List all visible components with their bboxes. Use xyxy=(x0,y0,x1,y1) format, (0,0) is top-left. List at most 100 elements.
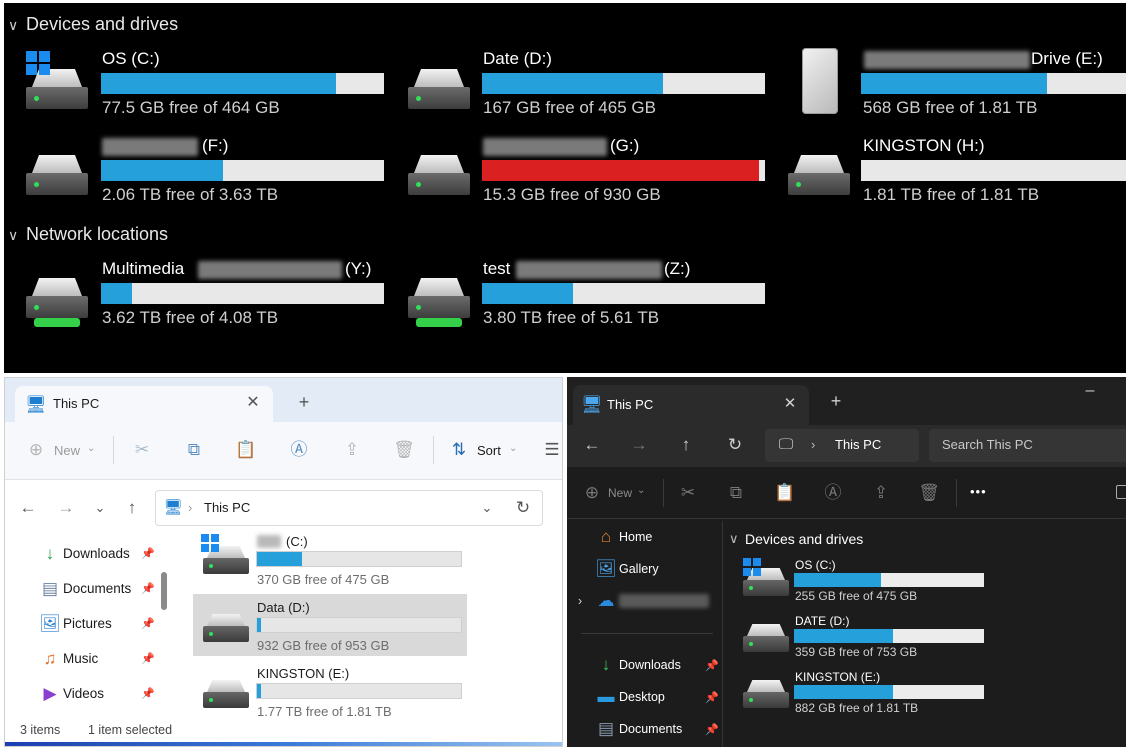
nav-item-music[interactable]: Music xyxy=(63,651,98,666)
devices-overview-dark: ∨ Devices and drives OS (C:) 77.5 GB fre… xyxy=(4,3,1126,373)
pin-icon[interactable]: 📌 xyxy=(141,547,155,560)
desktop-icon: ▬ xyxy=(597,687,615,706)
new-button[interactable]: New xyxy=(608,486,632,500)
drive-usage-bar xyxy=(482,160,765,181)
pin-icon[interactable]: 📌 xyxy=(141,687,155,700)
drive-size: 1.77 TB free of 1.81 TB xyxy=(257,704,392,719)
search-box[interactable]: Search This PC xyxy=(929,429,1126,462)
gallery-icon: 🖼 xyxy=(595,559,617,578)
nav-item-downloads[interactable]: Downloads xyxy=(619,658,681,672)
view-icon[interactable]: ☰ xyxy=(541,440,562,460)
drive-name[interactable]: DATE (D:) xyxy=(795,614,849,628)
delete-icon[interactable]: 🗑 xyxy=(393,440,415,460)
computer-icon: 🖵 xyxy=(778,436,794,453)
file-explorer-dark: 🖥 This PC ✕ + – ← → ↑ ↻ 🖵 › This PC Sear… xyxy=(567,377,1126,747)
windows-logo-icon xyxy=(26,51,50,75)
details-pane-icon[interactable] xyxy=(1116,485,1126,499)
pin-icon[interactable]: 📌 xyxy=(705,723,719,736)
drive-icon xyxy=(788,155,850,203)
chevron-down-icon[interactable]: ∨ xyxy=(8,227,18,244)
pin-icon[interactable]: 📌 xyxy=(705,691,719,704)
copy-icon[interactable]: ⧉ xyxy=(183,440,205,460)
refresh-icon[interactable]: ↻ xyxy=(512,498,534,518)
share-icon[interactable]: ⇪ xyxy=(870,483,892,503)
chevron-right-icon[interactable]: › xyxy=(569,591,591,611)
drive-name[interactable]: (C:) xyxy=(286,534,308,549)
nav-item-home[interactable]: Home xyxy=(619,530,652,544)
breadcrumb[interactable]: This PC xyxy=(835,437,881,452)
back-icon[interactable]: ← xyxy=(17,498,39,518)
status-selection: 1 item selected xyxy=(88,723,173,737)
close-icon[interactable]: ✕ xyxy=(779,394,801,414)
new-tab-icon[interactable]: + xyxy=(825,391,847,411)
forward-icon[interactable]: → xyxy=(55,498,77,518)
copy-icon[interactable]: ⧉ xyxy=(725,483,747,503)
scrollbar-thumb[interactable] xyxy=(161,572,167,610)
paste-icon[interactable]: 📋 xyxy=(774,483,796,503)
new-button[interactable]: New xyxy=(54,443,80,458)
drive-name[interactable]: OS (C:) xyxy=(102,49,160,69)
tab-this-pc[interactable]: 🖥 This PC ✕ xyxy=(573,385,809,425)
drive-icon xyxy=(26,155,88,203)
sort-button[interactable]: Sort xyxy=(477,443,501,458)
nav-item-videos[interactable]: Videos xyxy=(63,686,104,701)
cut-icon[interactable]: ✂ xyxy=(131,440,153,460)
nav-item-desktop[interactable]: Desktop xyxy=(619,690,665,704)
close-icon[interactable]: ✕ xyxy=(242,393,264,413)
drive-name[interactable]: KINGSTON (E:) xyxy=(257,666,349,681)
refresh-icon[interactable]: ↻ xyxy=(724,435,746,455)
drive-name[interactable]: (G:) xyxy=(610,136,639,156)
minimize-icon[interactable]: – xyxy=(1079,381,1101,401)
pin-icon[interactable]: 📌 xyxy=(705,659,719,672)
forward-icon[interactable]: → xyxy=(628,435,650,455)
address-bar[interactable]: 🖵 › This PC xyxy=(765,429,919,462)
nav-item-downloads[interactable]: Downloads xyxy=(63,546,130,561)
share-icon[interactable]: ⇪ xyxy=(341,440,363,460)
pin-icon[interactable]: 📌 xyxy=(141,617,155,630)
up-icon[interactable]: ↑ xyxy=(675,435,697,455)
up-icon[interactable]: ↑ xyxy=(121,498,143,518)
navigation-pane: ↓ Downloads 📌 ▤ Documents 📌 🖼 Pictures 📌… xyxy=(5,536,175,724)
nav-item-pictures[interactable]: Pictures xyxy=(63,616,112,631)
more-options-button[interactable]: ••• xyxy=(970,484,987,499)
drive-name[interactable]: Date (D:) xyxy=(483,49,552,69)
devices-heading[interactable]: Devices and drives xyxy=(26,14,178,35)
new-icon[interactable]: ⊕ xyxy=(581,483,603,503)
divider xyxy=(581,633,713,634)
network-heading[interactable]: Network locations xyxy=(26,224,168,245)
chevron-down-icon[interactable]: ∨ xyxy=(729,531,739,547)
rename-icon[interactable]: Ⓐ xyxy=(288,440,310,460)
chevron-down-icon[interactable]: ⌄ xyxy=(476,498,498,518)
drive-name[interactable]: KINGSTON (H:) xyxy=(863,136,985,156)
drive-name[interactable]: KINGSTON (E:) xyxy=(795,670,880,684)
tab-this-pc[interactable]: 🖥 This PC ✕ xyxy=(15,386,273,422)
rename-icon[interactable]: Ⓐ xyxy=(822,483,844,503)
network-drive-name[interactable]: Multimedia xyxy=(102,259,184,279)
paste-icon[interactable]: 📋 xyxy=(235,440,257,460)
cut-icon[interactable]: ✂ xyxy=(677,483,699,503)
new-tab-icon[interactable]: + xyxy=(293,392,315,412)
section-heading[interactable]: Devices and drives xyxy=(745,531,863,547)
pin-icon[interactable]: 📌 xyxy=(141,652,155,665)
search-input[interactable]: Search This PC xyxy=(942,437,1033,452)
sort-icon[interactable]: ⇅ xyxy=(448,440,470,460)
nav-item-documents[interactable]: Documents xyxy=(63,581,131,596)
drive-name[interactable]: OS (C:) xyxy=(795,558,836,572)
chevron-down-icon[interactable]: ∨ xyxy=(8,17,18,34)
drive-name[interactable]: (F:) xyxy=(202,136,228,156)
pin-icon[interactable]: 📌 xyxy=(141,582,155,595)
address-bar[interactable]: 🖥 › This PC ⌄ ↻ xyxy=(155,490,543,526)
windows-logo-icon xyxy=(201,534,219,552)
drive-size: 3.80 TB free of 5.61 TB xyxy=(483,308,660,327)
delete-icon[interactable]: 🗑 xyxy=(918,483,940,503)
new-icon[interactable]: ⊕ xyxy=(25,440,47,460)
breadcrumb[interactable]: This PC xyxy=(204,500,250,515)
back-icon[interactable]: ← xyxy=(581,435,603,455)
nav-item-gallery[interactable]: Gallery xyxy=(619,562,659,576)
drive-name[interactable]: Drive (E:) xyxy=(1031,49,1103,69)
redacted-label xyxy=(257,535,281,548)
recent-locations-icon[interactable]: ⌄ xyxy=(89,498,111,518)
nav-item-documents[interactable]: Documents xyxy=(619,722,682,736)
drive-name[interactable]: Data (D:) xyxy=(257,600,310,615)
network-drive-name[interactable]: test xyxy=(483,259,510,279)
